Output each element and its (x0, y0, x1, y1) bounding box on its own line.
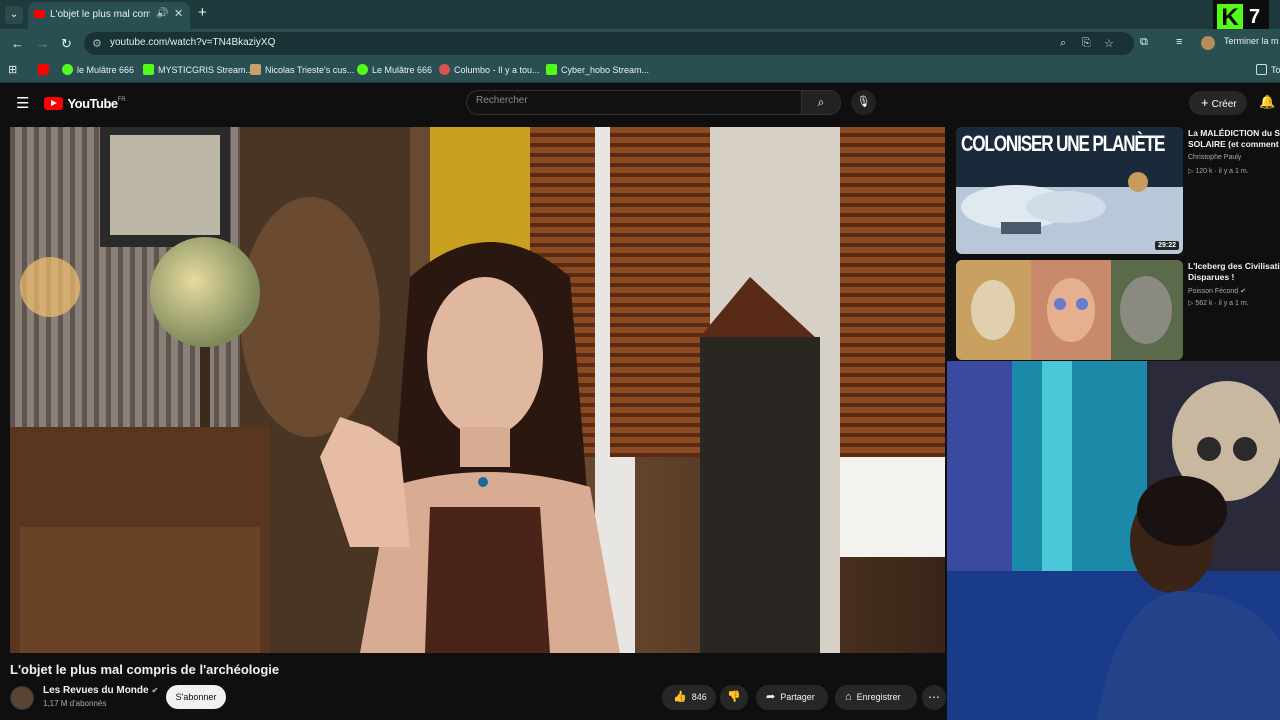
address-bar[interactable]: ⚙ youtube.com/watch?v=TN4BkaziyXQ ⌕ ⎘ ☆ (84, 32, 1134, 55)
extensions-puzzle-icon[interactable]: ⧉ (1140, 36, 1148, 49)
channel-avatar[interactable] (10, 686, 34, 710)
reload-icon[interactable]: ↻ (61, 36, 72, 52)
youtube-logo[interactable]: YouTubeFR (44, 95, 126, 113)
more-actions-icon[interactable]: ⋯ (922, 685, 946, 710)
kick-icon (143, 64, 154, 75)
browser-toolbar: ← → ↻ ⚙ youtube.com/watch?v=TN4BkaziyXQ … (0, 29, 1280, 58)
thumbs-up-icon: 👍 (673, 691, 687, 703)
kick-icon (546, 64, 557, 75)
webcam-illustration (947, 361, 1280, 720)
subscribe-button[interactable]: S'abonner (166, 685, 226, 709)
bookmark-folder[interactable]: To (1256, 64, 1280, 75)
site-settings-icon[interactable]: ⚙ (92, 37, 102, 50)
youtube-header: ☰ YouTubeFR ⌕ 🎙 +Créer 🔔 (0, 83, 1280, 123)
share-button[interactable]: ➦ Partager (756, 685, 828, 710)
recommendation-meta: ▷ 120 k · il y a 1 m. (1188, 168, 1249, 175)
recommendation-thumbnail[interactable] (956, 260, 1183, 360)
microphone-icon: 🎙 (856, 96, 871, 108)
video-player[interactable] (10, 127, 945, 653)
browser-tab-strip: ⌄ L'objet le plus mal compris de l'arché… (0, 0, 1280, 29)
like-button[interactable]: 👍 846 (662, 685, 716, 710)
create-button[interactable]: + Créer (1189, 91, 1247, 115)
duration-badge: 29:22 (1155, 241, 1179, 250)
hamburger-menu-icon[interactable]: ☰ (16, 94, 29, 112)
bookmark-item[interactable]: le Mulâtre 666 (62, 64, 134, 75)
subscriber-count: 1,17 M d'abonnés (43, 699, 107, 708)
verified-check-icon: ✔ (1240, 288, 1247, 295)
bookmarks-bar: ⊞ le Mulâtre 666 MYSTICGRIS Stream... Ni… (0, 58, 1280, 83)
zoom-icon[interactable]: ⌕ (1060, 37, 1066, 50)
bookmark-item[interactable]: Columbo - Il y a tou... (439, 64, 540, 75)
bookmark-star-icon[interactable]: ☆ (1104, 37, 1114, 50)
kick-k-logo: K (1217, 4, 1243, 32)
dislike-button[interactable]: 👎 (720, 685, 748, 710)
folder-icon (1256, 64, 1267, 75)
play-icon (357, 64, 368, 75)
bookmark-item[interactable]: Le Mulâtre 666 (357, 64, 432, 75)
search-box (466, 90, 802, 115)
speaker-icon[interactable]: 🔊 (156, 8, 168, 19)
forward-arrow-icon[interactable]: → (36, 36, 49, 51)
play-icon (62, 64, 73, 75)
save-button[interactable]: ⌂ Enregistrer (835, 685, 917, 710)
voice-search-button[interactable]: 🎙 (851, 90, 876, 115)
streamer-webcam-overlay (947, 361, 1280, 720)
bookmark-item[interactable]: Cyber_hobo Stream... (546, 64, 649, 75)
recommendation-channel[interactable]: Christophe Pauly (1188, 154, 1241, 161)
apps-grid-icon[interactable]: ⊞ (8, 63, 17, 76)
tab-title: L'objet le plus mal compris de l'archéol… (50, 9, 150, 20)
recommendation-title[interactable]: L'Iceberg des Civilisatio Disparues ! (1188, 261, 1280, 283)
plus-icon: + (1201, 95, 1209, 110)
search-button[interactable]: ⌕ (801, 90, 841, 115)
thumbnail-text: COLONISER UNE PLANÈTE (961, 131, 1165, 156)
url-text: youtube.com/watch?v=TN4BkaziyXQ (110, 37, 276, 48)
back-arrow-icon[interactable]: ← (11, 36, 24, 51)
overlay-number: 7 (1249, 6, 1261, 28)
notifications-bell-icon[interactable]: 🔔 (1259, 94, 1275, 110)
close-tab-icon[interactable]: ✕ (174, 7, 183, 20)
channel-name[interactable]: Les Revues du Monde ✔ (43, 685, 158, 696)
search-icon: ⌕ (817, 95, 825, 109)
install-app-icon[interactable]: ⎘ (1082, 37, 1091, 50)
video-frame-illustration (10, 127, 945, 653)
bookmark-icon: ⌂ (845, 691, 852, 703)
bookmark-youtube[interactable] (38, 64, 53, 75)
recommendation-thumbnail[interactable]: COLONISER UNE PLANÈTE 29:22 (956, 127, 1183, 254)
recommendation-meta: ▷ 562 k · il y a 1 m. (1188, 300, 1249, 307)
recommendation-title[interactable]: La MALÉDICTION du SY SOLAIRE (et comment … (1188, 128, 1280, 150)
bookmark-item[interactable]: MYSTICGRIS Stream... (143, 64, 253, 75)
bookmark-item[interactable]: Nicolas Trieste's cus... (250, 64, 354, 75)
video-title: L'objet le plus mal compris de l'archéol… (10, 662, 280, 677)
search-input[interactable] (476, 95, 776, 106)
youtube-play-icon (44, 97, 63, 110)
deer-icon (250, 64, 261, 75)
verified-check-icon: ✔ (151, 686, 159, 695)
browser-tab-active[interactable]: L'objet le plus mal compris de l'archéol… (28, 2, 190, 29)
civilisations-faces-illustration (956, 260, 1183, 360)
columbo-icon (439, 64, 450, 75)
recommendation-channel[interactable]: Poisson Fécond ✔ (1188, 287, 1246, 295)
share-arrow-icon: ➦ (766, 691, 776, 703)
new-tab-plus-icon[interactable]: + (198, 4, 207, 21)
like-count: 846 (691, 692, 707, 702)
youtube-icon (38, 64, 49, 75)
youtube-favicon-icon (34, 10, 45, 18)
media-controls-icon[interactable]: ≡ (1176, 36, 1182, 48)
profile-avatar[interactable] (1201, 36, 1215, 50)
tab-search-chevron-icon[interactable]: ⌄ (5, 6, 23, 24)
profile-action-label[interactable]: Terminer la m (1224, 36, 1279, 46)
thumbs-down-icon: 👎 (727, 691, 741, 703)
